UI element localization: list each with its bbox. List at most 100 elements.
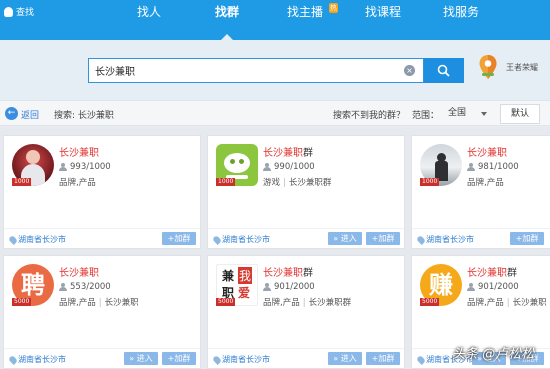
group-tags: 品牌,产品	[59, 176, 96, 188]
tab-label: 找主播	[286, 5, 323, 19]
group-location-text: 湖南省长沙市	[222, 235, 270, 244]
results-grid: 1000 长沙兼职 993/1000 品牌,产品 湖南省长沙市 +加群 1000…	[0, 127, 550, 369]
tag-separator: |	[98, 298, 102, 308]
back-link[interactable]: 返回	[21, 108, 39, 121]
group-name-suffix: 群	[507, 268, 517, 279]
person-icon	[467, 163, 475, 171]
enter-group-button[interactable]: » 进入	[328, 232, 362, 245]
filter-bar: ← 返回 搜索: 长沙兼职 搜索不到我的群？ 范围： 全国 默认	[0, 100, 550, 126]
avatar: 1000	[420, 144, 462, 186]
member-count-text: 990/1000	[274, 162, 315, 172]
group-tags: 品牌,产品 | 长沙兼职	[59, 296, 139, 308]
app-title: 查找	[4, 5, 34, 18]
group-name[interactable]: 长沙兼职	[59, 144, 99, 159]
person-icon	[263, 163, 271, 171]
chevron-down-icon	[481, 112, 487, 119]
join-group-button[interactable]: +加群	[162, 352, 196, 365]
penguin-icon	[4, 6, 13, 17]
person-icon	[263, 283, 271, 291]
tab-find-services[interactable]: 找服务	[422, 0, 500, 40]
range-value: 全国	[448, 108, 467, 118]
member-count-text: 981/1000	[478, 162, 519, 172]
avatar: 赚 5000	[420, 264, 462, 306]
sort-default-tab[interactable]: 默认	[500, 104, 540, 124]
group-tags: 品牌,产品 | 长沙兼职	[467, 296, 547, 308]
join-group-button[interactable]: +加群	[510, 232, 544, 245]
group-name-text: 长沙兼职	[59, 268, 99, 279]
group-card[interactable]: 1000 长沙兼职 993/1000 品牌,产品 湖南省长沙市 +加群	[3, 135, 201, 249]
range-label: 范围：	[412, 111, 440, 121]
tag-separator: |	[506, 298, 510, 308]
group-name[interactable]: 长沙兼职群	[263, 144, 313, 159]
tab-label: 找群	[214, 5, 239, 19]
group-tag: 品牌,产品	[467, 178, 504, 188]
card-footer: 湖南省长沙市 +加群	[412, 228, 550, 248]
level-badge: 1000	[216, 178, 236, 186]
search-input[interactable]	[95, 62, 395, 79]
tab-find-groups[interactable]: 找群	[188, 0, 266, 40]
tab-find-people[interactable]: 找人	[110, 0, 188, 40]
title-bar: 查找 找人 找群 找主播热 找课程 找服务	[0, 0, 550, 40]
location-pin-icon	[8, 354, 18, 365]
group-tag: 长沙兼职群	[308, 298, 352, 308]
tab-find-streamers[interactable]: 找主播热	[266, 0, 344, 40]
tab-label: 找人	[136, 5, 161, 19]
avatar-glyph: 赚	[429, 271, 453, 299]
join-group-button[interactable]: +加群	[366, 232, 400, 245]
avatar: 聘 5000	[12, 264, 54, 306]
location-selector[interactable]: 王者荣耀	[478, 54, 538, 80]
join-group-button[interactable]: +加群	[366, 352, 400, 365]
person-icon	[59, 283, 67, 291]
member-count: 981/1000	[467, 162, 519, 172]
group-name[interactable]: 长沙兼职	[59, 264, 99, 279]
enter-group-button[interactable]: » 进入	[124, 352, 158, 365]
location-text: 王者荣耀	[506, 62, 538, 72]
group-location-text: 湖南省长沙市	[222, 355, 270, 364]
back-arrow-icon[interactable]: ←	[5, 107, 18, 120]
range-select[interactable]: 全国	[440, 105, 495, 122]
group-card[interactable]: 聘 5000 长沙兼职 553/2000 品牌,产品 | 长沙兼职 湖南省长沙市 »…	[3, 255, 201, 369]
location-pin-icon	[8, 234, 18, 245]
group-location: 湖南省长沙市	[212, 354, 270, 365]
enter-group-button[interactable]: » 进入	[328, 352, 362, 365]
avatar: 1000	[216, 144, 258, 186]
group-name-text: 长沙兼职	[467, 148, 507, 159]
group-name-text: 长沙兼职	[263, 148, 303, 159]
group-name-suffix: 群	[303, 148, 313, 159]
app-title-label: 查找	[16, 8, 35, 18]
card-footer: 湖南省长沙市 » 进入 +加群	[208, 348, 404, 368]
avatar: 1000	[12, 144, 54, 186]
join-group-button[interactable]: +加群	[162, 232, 196, 245]
group-name[interactable]: 长沙兼职群	[467, 264, 517, 279]
search-button[interactable]	[424, 58, 464, 83]
clear-icon[interactable]: ×	[404, 65, 415, 76]
avatar-glyph: 爱	[238, 286, 251, 300]
member-count-text: 553/2000	[70, 282, 111, 292]
location-pin-icon	[416, 354, 426, 365]
location-pin-icon	[212, 354, 222, 365]
avatar-glyph: 聘	[21, 271, 45, 299]
watermark: 头条 @卢松松	[452, 347, 535, 362]
tab-find-courses[interactable]: 找课程	[344, 0, 422, 40]
level-badge: 5000	[420, 298, 440, 306]
group-tag: 长沙兼职	[104, 298, 139, 308]
level-badge: 5000	[12, 298, 32, 306]
level-badge: 1000	[420, 178, 440, 186]
member-count: 901/2000	[467, 282, 519, 292]
group-card[interactable]: 兼 我 职 爱 5000 长沙兼职群 901/2000 品牌,产品 | 长沙兼职群 …	[207, 255, 405, 369]
group-location-text: 湖南省长沙市	[18, 355, 66, 364]
group-name-suffix: 群	[303, 268, 313, 279]
group-tag: 长沙兼职	[512, 298, 547, 308]
group-name-text: 长沙兼职	[59, 148, 99, 159]
group-tag: 长沙兼职群	[288, 178, 332, 188]
not-found-link[interactable]: 搜索不到我的群？	[333, 108, 405, 121]
main-nav: 找人 找群 找主播热 找课程 找服务	[110, 0, 500, 40]
group-card[interactable]: 1000 长沙兼职 981/1000 品牌,产品 湖南省长沙市 +加群	[411, 135, 550, 249]
member-count: 990/1000	[263, 162, 315, 172]
group-location: 湖南省长沙市	[8, 354, 66, 365]
group-card[interactable]: 1000 长沙兼职群 990/1000 游戏 | 长沙兼职群 湖南省长沙市 » 进入…	[207, 135, 405, 249]
group-name[interactable]: 长沙兼职	[467, 144, 507, 159]
member-count-text: 901/2000	[274, 282, 315, 292]
group-name[interactable]: 长沙兼职群	[263, 264, 313, 279]
group-name-text: 长沙兼职	[467, 268, 507, 279]
